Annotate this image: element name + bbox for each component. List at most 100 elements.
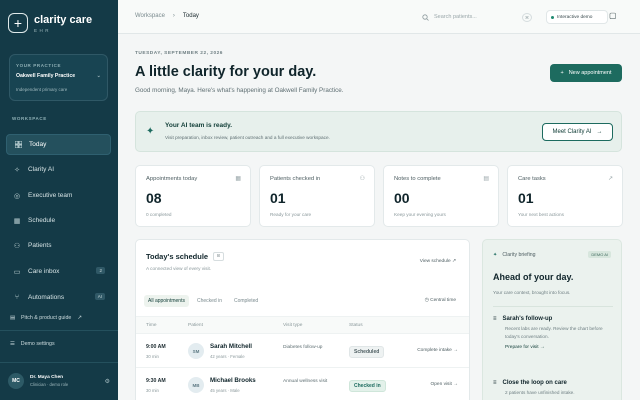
- chevron-icon: ⌄: [96, 73, 101, 79]
- sidebar-item-label: Automations: [28, 294, 65, 301]
- briefing-item: ≡ Sarah's follow-up Recent labs are ready…: [493, 316, 618, 350]
- sidebar-item-today[interactable]: Today: [6, 134, 111, 155]
- pitch-guide-label: Pitch & product guide: [21, 315, 72, 321]
- sidebar-item-label: Schedule: [28, 217, 56, 224]
- row-duration: 30 min: [146, 388, 159, 393]
- top-bar: Workspace › Today Search patients... ⌘ I…: [118, 0, 640, 34]
- stat-sub: Keep your evening yours: [394, 212, 446, 217]
- users-icon: ⚇: [13, 242, 21, 250]
- search-input[interactable]: Search patients... ⌘: [416, 10, 532, 24]
- new-appointment-button[interactable]: + New appointment: [550, 64, 622, 82]
- patient-name[interactable]: Sarah Mitchell: [210, 343, 252, 350]
- meet-clarity-ai-button[interactable]: Meet Clarity AI →: [542, 123, 613, 141]
- schedule-sub: A connected view of every visit.: [146, 266, 212, 271]
- brand-sub: EHR: [34, 27, 52, 33]
- sidebar-item-care-inbox[interactable]: ▭ Care inbox 2: [6, 261, 111, 282]
- sidebar-item-label: Today: [29, 141, 47, 148]
- sidebar-item-schedule[interactable]: ▦ Schedule: [6, 210, 111, 231]
- stat-sub: Your next best actions: [518, 212, 564, 217]
- prepare-visit-link[interactable]: Prepare for visit →: [505, 345, 618, 350]
- user-profile[interactable]: MC Dr. Maya Chen Clinician · demo role ⚙: [8, 373, 110, 389]
- col-time: Time: [146, 323, 157, 328]
- sidebar-item-label: Patients: [28, 242, 52, 249]
- workspace-label: WORKSPACE: [12, 116, 47, 121]
- plus-logo-icon: +: [8, 13, 28, 33]
- action-label: Open visit: [430, 382, 452, 387]
- sidebar-item-patients[interactable]: ⚇ Patients: [6, 235, 111, 256]
- briefing-item-desc: 2 patients have unfinished intake.: [505, 390, 575, 395]
- complete-intake-link[interactable]: Complete intake →: [417, 348, 458, 353]
- calendar-icon: ▦: [235, 176, 241, 182]
- patient-avatar: MB: [188, 377, 204, 393]
- sparkle-icon: ✦: [493, 252, 498, 258]
- briefing-label: Clarity briefing: [502, 252, 536, 258]
- chevron-right-icon: ›: [172, 13, 175, 19]
- col-status: Status: [349, 323, 363, 328]
- stat-value: 00: [394, 190, 410, 206]
- stat-label: Appointments today: [146, 176, 198, 182]
- breadcrumb: Workspace › Today: [135, 13, 199, 19]
- visit-type: Annual wellness visit: [283, 379, 328, 384]
- user-icon: ⚇: [359, 176, 365, 182]
- open-visit-link[interactable]: Open visit →: [431, 382, 458, 387]
- briefing-item-desc: Recent labs are ready. Review the chart …: [505, 326, 603, 339]
- tab-checked-in[interactable]: Checked in: [193, 295, 226, 307]
- brand-logo[interactable]: + clarity care EHR: [8, 13, 92, 33]
- tab-completed[interactable]: Completed: [230, 295, 262, 307]
- tab-all-appointments[interactable]: All appointments: [144, 295, 189, 307]
- ai-team-banner: ✦ Your AI team is ready. Visit preparati…: [135, 111, 622, 152]
- sparkle-icon: ✧: [14, 166, 20, 174]
- plus-icon: +: [560, 70, 564, 76]
- sidebar-divider: [0, 362, 118, 363]
- sidebar-item-clarity-ai[interactable]: ✧ Clarity AI: [6, 159, 111, 180]
- sidebar-item-automations[interactable]: ⑂ Automations AI: [6, 287, 111, 308]
- clarity-briefing-panel: ✦ Clarity briefing DEMO AI Ahead of your…: [482, 239, 622, 400]
- current-date: TUESDAY, SEPTEMBER 22, 2026: [135, 51, 223, 56]
- prepare-visit-label: Prepare for visit: [505, 345, 539, 350]
- trend-icon: ↗: [607, 176, 613, 182]
- view-schedule-link[interactable]: View schedule ↗: [420, 259, 456, 264]
- arrow-right-icon: →: [596, 129, 603, 135]
- doc-icon: ▤: [10, 315, 16, 321]
- patient-name[interactable]: Michael Brooks: [210, 377, 256, 384]
- new-appointment-label: New appointment: [568, 70, 612, 76]
- list-icon: ≡: [493, 316, 497, 322]
- table-row[interactable]: 9:30 AM 30 min MB Michael Brooks 45 year…: [136, 369, 469, 400]
- practice-sub: Independent primary care: [16, 87, 68, 92]
- table-header: Time Patient Visit type Status: [136, 316, 469, 334]
- user-name: Dr. Maya Chen: [30, 375, 64, 380]
- demo-settings-link[interactable]: ☰ Demo settings: [10, 341, 55, 347]
- interactive-demo-badge[interactable]: Interactive demo: [546, 10, 608, 24]
- schedule-panel: Today's schedule 8 A connected view of e…: [135, 239, 470, 400]
- stat-card-checked-in[interactable]: Patients checked in ⚇ 01 Ready for your …: [259, 165, 375, 227]
- stat-card-appointments[interactable]: Appointments today ▦ 08 0 completed: [135, 165, 251, 227]
- gear-icon[interactable]: ⚙: [105, 378, 110, 385]
- stat-card-care-tasks[interactable]: Care tasks ↗ 01 Your next best actions: [507, 165, 623, 227]
- shortcut-key: ⌘: [522, 12, 532, 22]
- chat-icon[interactable]: ▢: [609, 11, 617, 20]
- schedule-count-badge: 8: [213, 252, 224, 261]
- note-icon: ▤: [483, 176, 489, 182]
- breadcrumb-workspace[interactable]: Workspace: [135, 13, 165, 19]
- divider: [493, 306, 613, 307]
- main-content: TUESDAY, SEPTEMBER 22, 2026 A little cla…: [118, 34, 640, 400]
- briefing-sub: Your care context, brought into focus.: [493, 290, 571, 295]
- practice-switcher[interactable]: YOUR PRACTICE Oakwell Family Practice ⌄ I…: [9, 54, 108, 101]
- brand-name: clarity care: [34, 13, 93, 26]
- search-placeholder: Search patients...: [434, 14, 477, 20]
- schedule-title: Today's schedule: [146, 252, 209, 261]
- status-badge: Scheduled: [349, 346, 385, 358]
- stat-card-notes[interactable]: Notes to complete ▤ 00 Keep your evening…: [383, 165, 499, 227]
- demo-label: Interactive demo: [557, 14, 593, 20]
- sidebar-item-label: Clarity AI: [28, 166, 55, 173]
- grid-icon: [14, 141, 22, 149]
- list-icon: ≡: [493, 380, 497, 386]
- arrow-right-icon: →: [538, 345, 545, 350]
- pitch-guide-link[interactable]: ▤ Pitch & product guide ↗: [10, 315, 82, 321]
- timezone-selector[interactable]: ◷ Central time: [425, 298, 456, 303]
- stat-label: Patients checked in: [270, 176, 321, 182]
- user-role: Clinician · demo role: [30, 382, 69, 387]
- sidebar-item-executive-team[interactable]: ◎ Executive team: [6, 185, 111, 206]
- table-row[interactable]: 9:00 AM 30 min SM Sarah Mitchell 42 year…: [136, 335, 469, 368]
- row-time: 9:00 AM: [146, 344, 166, 350]
